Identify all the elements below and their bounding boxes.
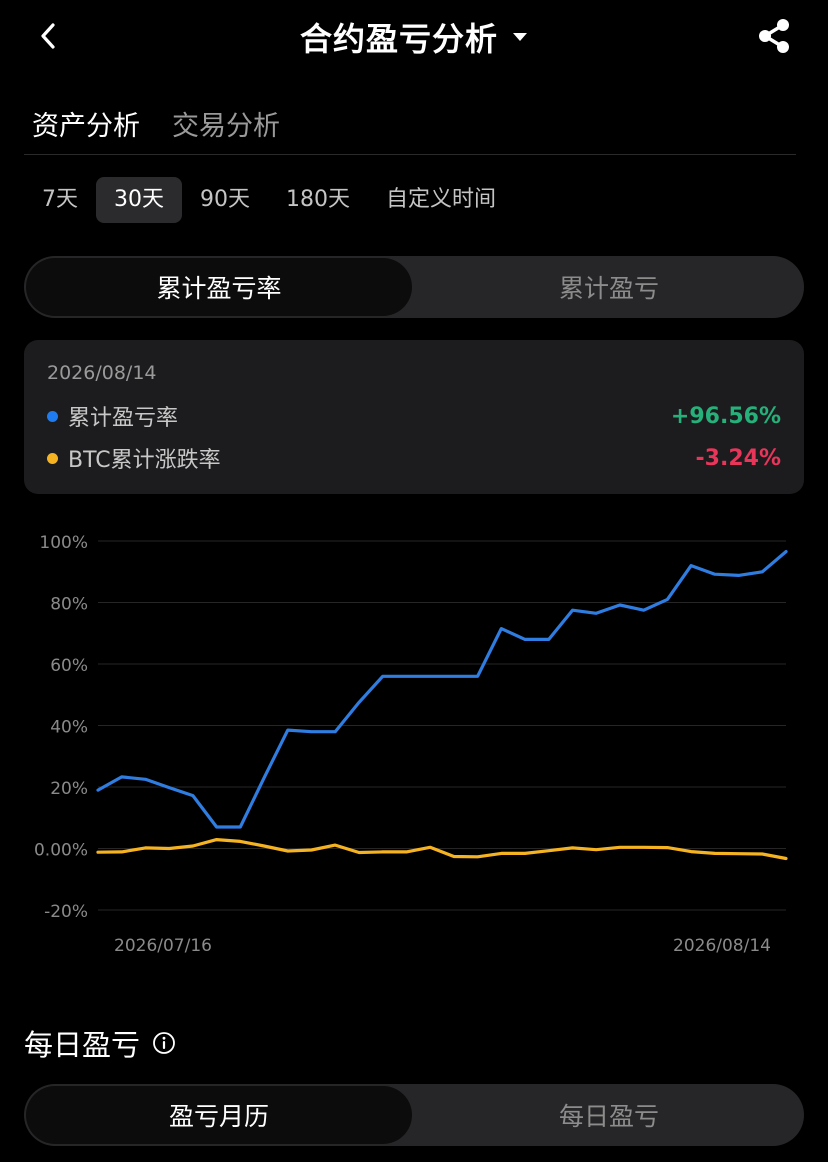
daily-view-toggle: 每日盈亏 盈亏月历 bbox=[24, 1084, 804, 1146]
tooltip-row-pnl-rate: 累计盈亏率 +96.56% bbox=[47, 400, 781, 432]
analysis-tabs: 资产分析 交易分析 bbox=[32, 104, 280, 143]
chart-canvas[interactable]: 100% 80% 60% 40% 20% 0.00% -20% 2026/07/16 2026/… bbox=[0, 510, 828, 970]
y-tick-label: -20% bbox=[44, 902, 88, 922]
tooltip-label-pnl-rate: 累计盈亏率 bbox=[68, 406, 179, 431]
metric-toggle: 累计盈亏 累计盈亏率 bbox=[24, 256, 804, 318]
page-title: 合约盈亏分析 bbox=[299, 20, 498, 58]
cumulative-pnl-option[interactable]: 累计盈亏 bbox=[414, 256, 804, 318]
y-tick-label: 60% bbox=[50, 656, 88, 676]
btc-rate-series-line bbox=[96, 838, 788, 861]
tooltip-value-pnl-rate: +96.56% bbox=[670, 403, 781, 429]
y-tick-label: 100% bbox=[39, 533, 88, 553]
range-180d[interactable]: 180天 bbox=[268, 177, 368, 223]
pnl-rate-series-line bbox=[96, 549, 788, 829]
range-30d[interactable]: 30天 bbox=[96, 177, 182, 223]
tooltip-label-btc-rate: BTC累计涨跌率 bbox=[68, 448, 221, 473]
y-tick-label: 0.00% bbox=[34, 841, 88, 861]
range-7d[interactable]: 7天 bbox=[24, 177, 96, 223]
title-dropdown[interactable]: 合约盈亏分析 bbox=[0, 14, 828, 60]
pnl-calendar-option[interactable]: 盈亏月历 bbox=[26, 1086, 412, 1144]
y-tick-label: 40% bbox=[50, 718, 88, 738]
y-tick-label: 80% bbox=[50, 595, 88, 615]
x-tick-label-end: 2026/08/14 bbox=[673, 936, 771, 956]
tooltip-row-btc-rate: BTC累计涨跌率 -3.24% bbox=[47, 442, 781, 474]
caret-down-icon bbox=[513, 33, 527, 41]
cumulative-pnl-rate-option[interactable]: 累计盈亏率 bbox=[26, 258, 412, 316]
time-range-selector: 7天 30天 90天 180天 自定义时间 bbox=[24, 177, 514, 223]
x-tick-label-start: 2026/07/16 bbox=[114, 936, 212, 956]
tab-asset-analysis[interactable]: 资产分析 bbox=[32, 104, 140, 143]
pnl-line-chart[interactable]: 100% 80% 60% 40% 20% 0.00% -20% 2026/07/16 2026/… bbox=[0, 510, 828, 970]
legend-dot-btc-rate bbox=[47, 452, 58, 464]
tooltip-date: 2026/08/14 bbox=[47, 362, 157, 384]
info-circle-icon[interactable] bbox=[152, 1031, 176, 1055]
tab-trade-analysis[interactable]: 交易分析 bbox=[172, 104, 280, 143]
range-90d[interactable]: 90天 bbox=[182, 177, 268, 223]
top-bar: 合约盈亏分析 bbox=[0, 0, 828, 72]
range-custom[interactable]: 自定义时间 bbox=[368, 177, 514, 223]
section-title: 每日盈亏 bbox=[24, 1028, 141, 1062]
share-button[interactable] bbox=[754, 16, 794, 56]
daily-pnl-option[interactable]: 每日盈亏 bbox=[414, 1084, 804, 1146]
y-tick-label: 20% bbox=[50, 779, 88, 799]
tooltip-value-btc-rate: -3.24% bbox=[695, 445, 781, 471]
share-icon bbox=[759, 19, 789, 53]
tabs-divider bbox=[24, 154, 796, 155]
chart-tooltip-card: 2026/08/14 累计盈亏率 +96.56% BTC累计涨跌率 -3.24% bbox=[24, 340, 804, 494]
daily-pnl-header: 每日盈亏 bbox=[24, 1022, 176, 1064]
legend-dot-pnl-rate bbox=[47, 410, 58, 422]
